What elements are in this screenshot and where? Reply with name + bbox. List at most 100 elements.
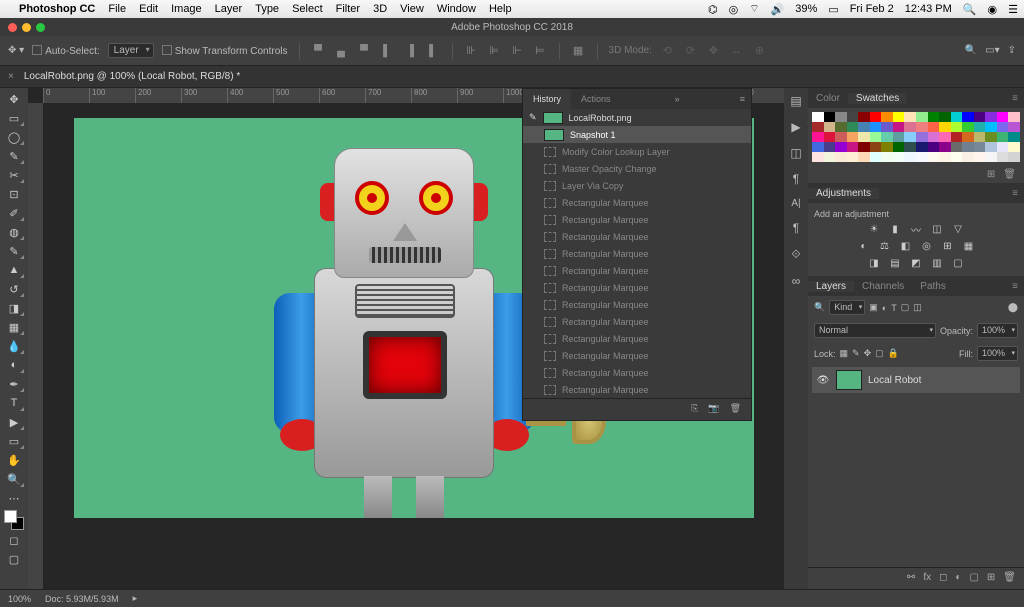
- blur-tool[interactable]: 💧: [3, 337, 25, 355]
- layers-menu-icon[interactable]: ≡: [1006, 281, 1024, 292]
- swatch[interactable]: [962, 152, 974, 162]
- align-right-icon[interactable]: ▀: [357, 43, 372, 58]
- swatch[interactable]: [881, 122, 893, 132]
- swatch[interactable]: [951, 112, 963, 122]
- swatch[interactable]: [847, 152, 859, 162]
- swatch[interactable]: [870, 132, 882, 142]
- swatch[interactable]: [812, 142, 824, 152]
- share-icon[interactable]: ⇪: [1008, 45, 1016, 56]
- lock-image-icon[interactable]: ✎: [852, 348, 860, 359]
- menu-3d[interactable]: 3D: [373, 3, 387, 15]
- swatch[interactable]: [812, 132, 824, 142]
- swatch[interactable]: [951, 152, 963, 162]
- swatch[interactable]: [962, 122, 974, 132]
- character-icon[interactable]: A|: [791, 198, 800, 209]
- shape-tool[interactable]: ▭: [3, 432, 25, 450]
- distribute-icon[interactable]: ⊩: [510, 43, 525, 58]
- marquee-tool[interactable]: ▭: [3, 109, 25, 127]
- zoom-window[interactable]: [36, 23, 45, 32]
- history-state[interactable]: Rectangular Marquee: [523, 296, 751, 313]
- type-tool[interactable]: T: [3, 394, 25, 412]
- filter-type-icon[interactable]: T: [891, 303, 897, 313]
- pen-tool[interactable]: ✒: [3, 375, 25, 393]
- menu-image[interactable]: Image: [171, 3, 202, 15]
- swatch[interactable]: [985, 132, 997, 142]
- swatch[interactable]: [985, 142, 997, 152]
- swatch[interactable]: [939, 152, 951, 162]
- filter-smart-icon[interactable]: ◫: [913, 302, 922, 313]
- filter-toggle[interactable]: ⬤: [1008, 302, 1018, 313]
- history-state[interactable]: Rectangular Marquee: [523, 211, 751, 228]
- filter-adjust-icon[interactable]: ◐: [882, 303, 887, 313]
- history-snapshot[interactable]: Snapshot 1: [523, 126, 751, 143]
- battery-pct[interactable]: 39%: [795, 3, 817, 15]
- path-select-tool[interactable]: ▶: [3, 413, 25, 431]
- link-icon[interactable]: ⚯: [907, 572, 915, 585]
- color-lookup-icon[interactable]: ▦: [961, 240, 976, 253]
- lasso-tool[interactable]: ◯: [3, 128, 25, 146]
- swatch[interactable]: [881, 152, 893, 162]
- swatch[interactable]: [1008, 122, 1020, 132]
- bw-icon[interactable]: ◧: [898, 240, 913, 253]
- swatch[interactable]: [835, 122, 847, 132]
- show-transform-checkbox[interactable]: [162, 45, 172, 55]
- lock-trans-icon[interactable]: ▦: [840, 348, 849, 359]
- libraries-icon[interactable]: ∞: [792, 274, 801, 288]
- swatch[interactable]: [916, 122, 928, 132]
- eraser-tool[interactable]: ◨: [3, 299, 25, 317]
- trash-icon[interactable]: 🗑: [730, 403, 741, 416]
- swatch[interactable]: [997, 132, 1009, 142]
- mask-icon[interactable]: ◻: [939, 572, 947, 585]
- battery-icon[interactable]: ▭: [828, 3, 838, 16]
- swatch[interactable]: [824, 152, 836, 162]
- status-icon[interactable]: ◎: [729, 3, 739, 16]
- swatch[interactable]: [847, 122, 859, 132]
- spotlight-icon[interactable]: 🔍: [963, 3, 977, 16]
- swatch[interactable]: [870, 152, 882, 162]
- threshold-icon[interactable]: ◩: [909, 257, 924, 270]
- swatch[interactable]: [974, 122, 986, 132]
- swatch[interactable]: [858, 132, 870, 142]
- swatch[interactable]: [916, 142, 928, 152]
- swatch[interactable]: [916, 112, 928, 122]
- eyedropper-tool[interactable]: ✐: [3, 204, 25, 222]
- crop-tool[interactable]: ✂: [3, 166, 25, 184]
- menubar-date[interactable]: Fri Feb 2: [850, 3, 894, 15]
- menubar-time[interactable]: 12:43 PM: [905, 3, 952, 15]
- lock-pos-icon[interactable]: ✥: [864, 348, 872, 359]
- swatch[interactable]: [824, 112, 836, 122]
- history-state[interactable]: Rectangular Marquee: [523, 313, 751, 330]
- swatch[interactable]: [835, 152, 847, 162]
- exposure-icon[interactable]: ◫: [930, 223, 945, 236]
- swatch[interactable]: [835, 112, 847, 122]
- tab-channels[interactable]: Channels: [854, 281, 912, 292]
- swatch[interactable]: [893, 122, 905, 132]
- new-swatch-icon[interactable]: ⊞: [987, 169, 995, 180]
- swatch[interactable]: [881, 112, 893, 122]
- zoom-tool[interactable]: 🔍: [3, 470, 25, 488]
- swatches-menu-icon[interactable]: ≡: [1006, 93, 1024, 104]
- history-brush-tool[interactable]: ↺: [3, 280, 25, 298]
- swatch[interactable]: [974, 112, 986, 122]
- swatch[interactable]: [824, 132, 836, 142]
- blend-mode-dropdown[interactable]: Normal: [814, 323, 936, 338]
- workspace-icon[interactable]: ▭▾: [985, 45, 999, 56]
- swatch[interactable]: [904, 142, 916, 152]
- history-state[interactable]: Rectangular Marquee: [523, 347, 751, 364]
- invert-icon[interactable]: ◨: [867, 257, 882, 270]
- history-state[interactable]: Rectangular Marquee: [523, 228, 751, 245]
- filter-pixel-icon[interactable]: ▣: [869, 302, 878, 313]
- menu-file[interactable]: File: [108, 3, 126, 15]
- delete-swatch-icon[interactable]: 🗑: [1003, 169, 1016, 180]
- swatch[interactable]: [858, 112, 870, 122]
- swatch[interactable]: [847, 142, 859, 152]
- history-state[interactable]: Rectangular Marquee: [523, 194, 751, 211]
- swatch[interactable]: [893, 142, 905, 152]
- vibrance-icon[interactable]: ▽: [951, 223, 966, 236]
- history-state[interactable]: Modify Color Lookup Layer: [523, 143, 751, 160]
- filter-kind-dropdown[interactable]: Kind: [829, 300, 865, 315]
- swatch[interactable]: [904, 112, 916, 122]
- brushes-icon[interactable]: ▤: [790, 94, 801, 108]
- distribute-icon2[interactable]: ⊨: [533, 43, 548, 58]
- tab-history[interactable]: History: [523, 89, 571, 109]
